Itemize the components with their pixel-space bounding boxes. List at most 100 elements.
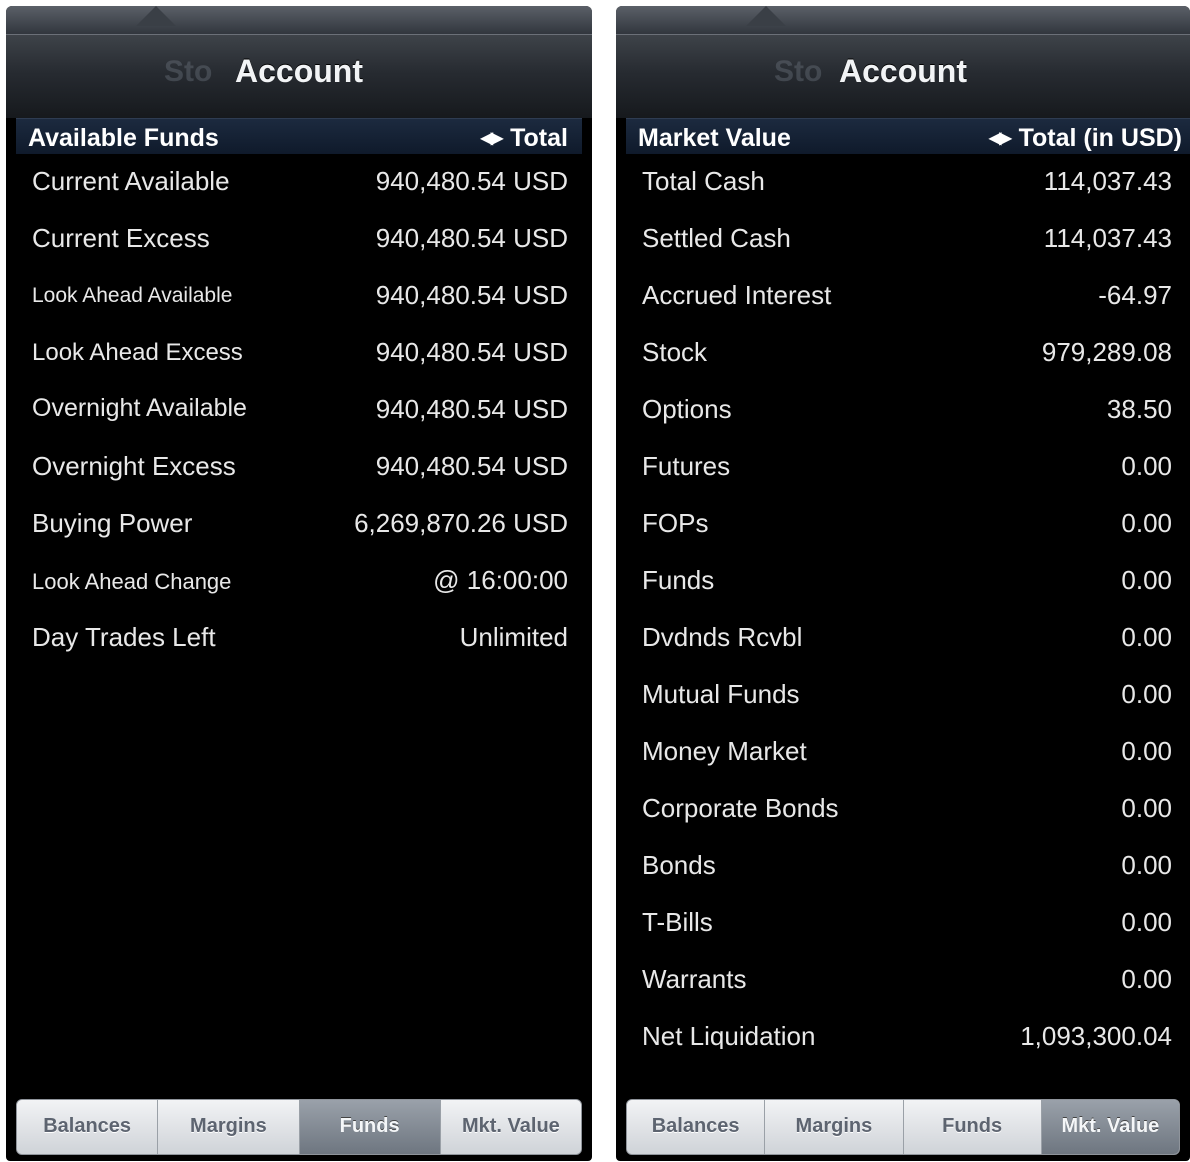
row-label: Day Trades Left (32, 622, 216, 652)
tab-funds[interactable]: Funds (903, 1100, 1042, 1154)
page-title: Account (839, 53, 967, 89)
row-label: Funds (642, 565, 715, 595)
row-value: 940,480.54 USD (375, 223, 568, 253)
row-label: Futures (642, 451, 731, 481)
list-item: FOPs 0.00 (626, 496, 1186, 553)
tab-margins[interactable]: Margins (765, 1100, 904, 1154)
row-value: 0.00 (1121, 565, 1172, 595)
currency-toggle-label: Total (510, 124, 568, 152)
row-value: Unlimited (459, 622, 568, 652)
currency-toggle-label: Total (in USD) (1018, 124, 1182, 152)
row-value: 940,480.54 USD (375, 394, 568, 424)
list-item: Funds 0.00 (626, 553, 1186, 610)
row-label: Stock (642, 337, 708, 367)
list-item-partial: Net Liquidation 1,093,300.04 (626, 1009, 1186, 1049)
list-item: Warrants 0.00 (626, 952, 1186, 1009)
row-value: 940,480.54 USD (375, 451, 568, 481)
row-value: @ 16:00:00 (433, 565, 568, 595)
row-label: Look Ahead Excess (32, 339, 243, 366)
list-item: Day Trades Left Unlimited (16, 610, 582, 667)
row-value: 1,093,300.04 (1020, 1021, 1172, 1049)
popover-notch (746, 6, 786, 26)
list-item: Buying Power 6,269,870.26 USD (16, 496, 582, 553)
tab-mkt-value[interactable]: Mkt. Value (1041, 1100, 1179, 1154)
row-value: 6,269,870.26 USD (354, 508, 568, 538)
list-item: Current Available 940,480.54 USD (16, 154, 582, 211)
list-item: Dvdnds Rcvbl 0.00 (626, 610, 1186, 667)
row-value: 0.00 (1121, 964, 1172, 994)
popover-notch (136, 6, 176, 26)
row-label: Dvdnds Rcvbl (642, 622, 803, 652)
tab-balances[interactable]: Balances (17, 1100, 159, 1154)
panel-header: Sto Account (616, 34, 1190, 118)
tab-mkt-value[interactable]: Mkt. Value (440, 1100, 581, 1154)
account-panel-funds: Sto Account Available Funds ◀▶ Total Cur… (6, 6, 592, 1161)
row-label: T-Bills (642, 907, 713, 937)
segmented-control: Balances Margins Funds Mkt. Value (626, 1099, 1180, 1155)
currency-toggle[interactable]: ◀▶ Total (481, 124, 568, 153)
list-item: Corporate Bonds 0.00 (626, 781, 1186, 838)
row-value: 0.00 (1121, 679, 1172, 709)
list-item: Look Ahead Change @ 16:00:00 (16, 553, 582, 610)
row-value: 114,037.43 (1043, 223, 1172, 253)
list-item: Look Ahead Available 940,480.54 USD (16, 268, 582, 325)
row-label: Net Liquidation (642, 1021, 816, 1049)
row-label: Current Excess (32, 223, 210, 253)
row-value: 940,480.54 USD (375, 166, 568, 196)
row-label: Accrued Interest (642, 280, 832, 310)
list-item: Money Market 0.00 (626, 724, 1186, 781)
funds-list: Current Available 940,480.54 USD Current … (16, 154, 582, 667)
row-value: 0.00 (1121, 508, 1172, 538)
row-label: Overnight Available (32, 394, 247, 422)
tab-funds[interactable]: Funds (299, 1100, 441, 1154)
list-item: Stock 979,289.08 (626, 325, 1186, 382)
list-item: Current Excess 940,480.54 USD (16, 211, 582, 268)
row-label: Money Market (642, 736, 807, 766)
row-value: 940,480.54 USD (375, 337, 568, 367)
row-label: FOPs (642, 508, 709, 538)
row-label: Warrants (642, 964, 747, 994)
row-label: Options (642, 394, 732, 424)
section-title: Available Funds (28, 124, 219, 152)
list-item: Overnight Excess 940,480.54 USD (16, 439, 582, 496)
list-item: Mutual Funds 0.00 (626, 667, 1186, 724)
account-panel-market-value: Sto Account Market Value ◀▶ Total (in US… (616, 6, 1190, 1161)
row-label: Look Ahead Change (32, 569, 232, 594)
row-value: 940,480.54 USD (375, 280, 568, 310)
list-item: Options 38.50 (626, 382, 1186, 439)
currency-toggle[interactable]: ◀▶ Total (in USD) (989, 124, 1182, 153)
row-value: 0.00 (1121, 736, 1172, 766)
row-value: 114,037.43 (1043, 166, 1172, 196)
row-value: 979,289.08 (1041, 337, 1172, 367)
list-item: Overnight Available 940,480.54 USD (16, 382, 582, 439)
tab-balances[interactable]: Balances (627, 1100, 766, 1154)
row-value: 0.00 (1121, 850, 1172, 880)
section-header: Market Value ◀▶ Total (in USD) (626, 118, 1190, 154)
row-value: 0.00 (1121, 907, 1172, 937)
row-value: 0.00 (1121, 793, 1172, 823)
row-label: Buying Power (32, 508, 193, 538)
page-title: Account (235, 53, 363, 89)
row-value: 38.50 (1106, 394, 1172, 424)
list-item: Futures 0.00 (626, 439, 1186, 496)
list-item: Settled Cash 114,037.43 (626, 211, 1186, 268)
list-item: Accrued Interest -64.97 (626, 268, 1186, 325)
row-label: Look Ahead Available (32, 284, 233, 307)
row-label: Overnight Excess (32, 451, 236, 481)
list-item: Look Ahead Excess 940,480.54 USD (16, 325, 582, 382)
tab-margins[interactable]: Margins (158, 1100, 300, 1154)
row-label: Total Cash (642, 166, 765, 196)
panel-header: Sto Account (6, 34, 592, 118)
left-right-arrows-icon: ◀▶ (480, 130, 504, 147)
list-item: Bonds 0.00 (626, 838, 1186, 895)
row-label: Corporate Bonds (642, 793, 839, 823)
market-value-list: Total Cash 114,037.43 Settled Cash 114,037… (626, 154, 1186, 1049)
section-title: Market Value (638, 124, 791, 152)
row-label: Settled Cash (642, 223, 791, 253)
row-value: -64.97 (1098, 280, 1172, 310)
row-label: Bonds (642, 850, 716, 880)
row-label: Current Available (32, 166, 230, 196)
segmented-control: Balances Margins Funds Mkt. Value (16, 1099, 582, 1155)
row-label: Mutual Funds (642, 679, 800, 709)
row-value: 0.00 (1121, 622, 1172, 652)
